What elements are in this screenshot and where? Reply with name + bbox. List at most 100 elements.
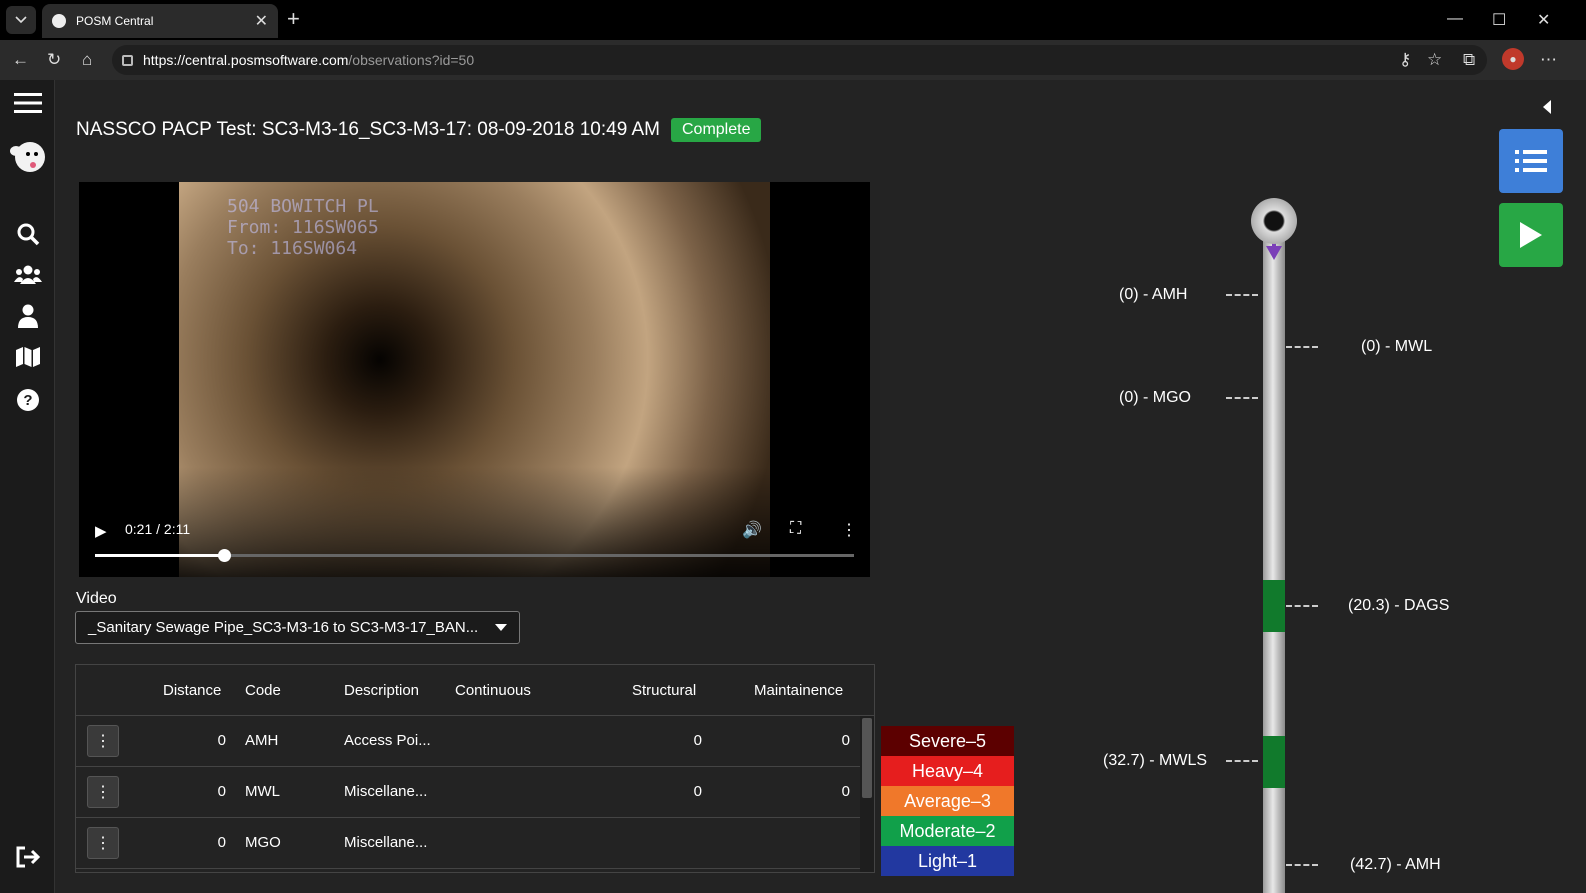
sidebar: ? (0, 80, 55, 893)
row-menu-icon[interactable]: ⋮ (87, 725, 119, 757)
header-structural[interactable]: Structural (632, 682, 696, 699)
cell-description: Miscellane... (344, 834, 428, 851)
help-icon[interactable]: ? (14, 386, 42, 414)
table-scrollbar-thumb[interactable] (862, 718, 872, 798)
users-icon[interactable] (14, 261, 42, 289)
video-select[interactable]: _Sanitary Sewage Pipe_SC3-M3-16 to SC3-M… (75, 611, 520, 644)
browser-tab[interactable]: POSM Central ✕ (42, 4, 278, 38)
volume-icon[interactable]: 🔊 (742, 520, 762, 540)
pipe-label-amh-start[interactable]: (0) - AMH (1119, 286, 1187, 304)
tab-list-button[interactable] (6, 6, 36, 34)
video-overlay-text: 504 BOWITCH PL From: 116SW065 To: 116SW0… (227, 196, 379, 259)
close-tab-icon[interactable]: ✕ (255, 11, 268, 31)
more-menu-icon[interactable]: ⋯ (1540, 50, 1557, 70)
header-code[interactable]: Code (245, 682, 281, 699)
collapse-panel-icon[interactable] (1543, 100, 1551, 114)
legend-item-severe: Severe–5 (881, 726, 1014, 756)
cell-description: Access Poi... (344, 732, 431, 749)
logout-icon[interactable] (14, 843, 42, 871)
cell-maintainence: 0 (841, 732, 850, 749)
flow-direction-icon (1266, 246, 1282, 260)
play-icon[interactable]: ▶ (95, 522, 107, 540)
pipe-defect-mwls[interactable] (1263, 736, 1285, 788)
pipe-label-mwls[interactable]: (32.7) - MWLS (1103, 752, 1207, 770)
video-select-value: _Sanitary Sewage Pipe_SC3-M3-16 to SC3-M… (88, 619, 479, 636)
key-icon[interactable]: ⚷ (1399, 50, 1411, 70)
cell-code: MGO (245, 834, 281, 851)
home-icon[interactable]: ⌂ (82, 50, 92, 70)
svg-text:?: ? (23, 392, 32, 409)
video-player[interactable]: 504 BOWITCH PL From: 116SW065 To: 116SW0… (79, 182, 870, 577)
search-icon[interactable] (14, 220, 42, 248)
browser-tab-bar: POSM Central ✕ + — ☐ ✕ (0, 0, 1586, 40)
user-icon[interactable] (14, 302, 42, 330)
list-icon (1515, 150, 1547, 172)
play-inspection-button[interactable] (1499, 203, 1563, 267)
video-progress-knob[interactable] (218, 549, 232, 562)
extensions-icon[interactable]: ⧉ (1463, 50, 1475, 70)
pipe-label-mgo[interactable]: (0) - MGO (1119, 389, 1191, 407)
pipe-defect-dags[interactable] (1263, 580, 1285, 632)
header-description[interactable]: Description (344, 682, 419, 699)
pipe-label-amh-end[interactable]: (42.7) - AMH (1350, 856, 1441, 874)
table-scrollbar[interactable] (860, 716, 874, 872)
url-host: https://central.posmsoftware.com (143, 52, 349, 68)
app-root: ? NASSCO PACP Test: SC3-M3-16_SC3-M3-17:… (0, 80, 1586, 893)
cell-code: MWL (245, 783, 280, 800)
tab-title: POSM Central (76, 14, 154, 28)
status-badge: Complete (671, 118, 762, 142)
lock-icon (122, 54, 133, 66)
manhole-icon[interactable] (1251, 198, 1297, 244)
pipe-marker-mgo (1226, 397, 1258, 399)
menu-icon[interactable] (14, 89, 42, 117)
minimize-icon[interactable]: — (1447, 10, 1463, 28)
pipe-marker-amh-start (1226, 294, 1258, 296)
row-menu-icon[interactable]: ⋮ (87, 776, 119, 808)
cell-structural: 0 (693, 732, 702, 749)
video-time: 0:21 / 2:11 (125, 521, 191, 537)
cell-distance: 0 (217, 783, 226, 800)
cell-code: AMH (245, 732, 279, 749)
cell-distance: 0 (217, 834, 226, 851)
reload-icon[interactable]: ↻ (47, 50, 61, 70)
video-select-label: Video (76, 590, 117, 607)
table-row[interactable]: ⋮ 0 MGO Miscellane... (76, 818, 860, 869)
pipe-marker-mwls (1226, 760, 1258, 762)
posm-logo[interactable] (8, 135, 48, 175)
posm-favicon-icon (52, 14, 66, 28)
caret-down-icon (495, 624, 507, 631)
legend-item-light: Light–1 (881, 846, 1014, 876)
map-icon[interactable] (14, 343, 42, 371)
favorite-star-icon[interactable]: ☆ (1427, 50, 1442, 70)
header-distance[interactable]: Distance (163, 682, 221, 699)
pipe-label-mwl[interactable]: (0) - MWL (1361, 338, 1432, 356)
table-row[interactable]: ⋮ 0 MWL Miscellane... 0 0 (76, 767, 860, 818)
url-field[interactable]: https://central.posmsoftware.com/observa… (112, 45, 1487, 75)
pipe-marker-amh-end (1286, 864, 1318, 866)
chevron-down-icon (15, 16, 27, 24)
observations-table: Distance Code Description Continuous Str… (75, 664, 875, 873)
table-row[interactable]: ⋮ 0 AMH Access Poi... 0 0 (76, 716, 860, 767)
maximize-icon[interactable]: ☐ (1492, 10, 1506, 30)
video-more-icon[interactable]: ⋮ (841, 520, 857, 540)
play-icon (1520, 222, 1542, 248)
title-row: NASSCO PACP Test: SC3-M3-16_SC3-M3-17: 0… (76, 118, 762, 142)
row-menu-icon[interactable]: ⋮ (87, 827, 119, 859)
video-progress-bar[interactable] (95, 549, 854, 562)
page-title: NASSCO PACP Test: SC3-M3-16_SC3-M3-17: 0… (76, 119, 660, 140)
video-progress-fill (95, 554, 225, 557)
browser-address-bar: ← ↻ ⌂ https://central.posmsoftware.com/o… (0, 40, 1586, 80)
close-window-icon[interactable]: ✕ (1537, 10, 1550, 30)
back-icon[interactable]: ← (12, 50, 29, 70)
fullscreen-icon[interactable]: ⛶ (790, 520, 801, 538)
observation-list-button[interactable] (1499, 129, 1563, 193)
pipe-diagram (1263, 240, 1285, 893)
header-continuous[interactable]: Continuous (455, 682, 531, 699)
new-tab-icon[interactable]: + (287, 8, 300, 30)
header-maintainence[interactable]: Maintainence (754, 682, 843, 699)
severity-legend: Severe–5 Heavy–4 Average–3 Moderate–2 Li… (881, 726, 1014, 876)
pipe-label-dags[interactable]: (20.3) - DAGS (1348, 597, 1449, 615)
profile-avatar[interactable]: ● (1502, 48, 1524, 70)
legend-item-average: Average–3 (881, 786, 1014, 816)
pipe-marker-dags (1286, 605, 1318, 607)
